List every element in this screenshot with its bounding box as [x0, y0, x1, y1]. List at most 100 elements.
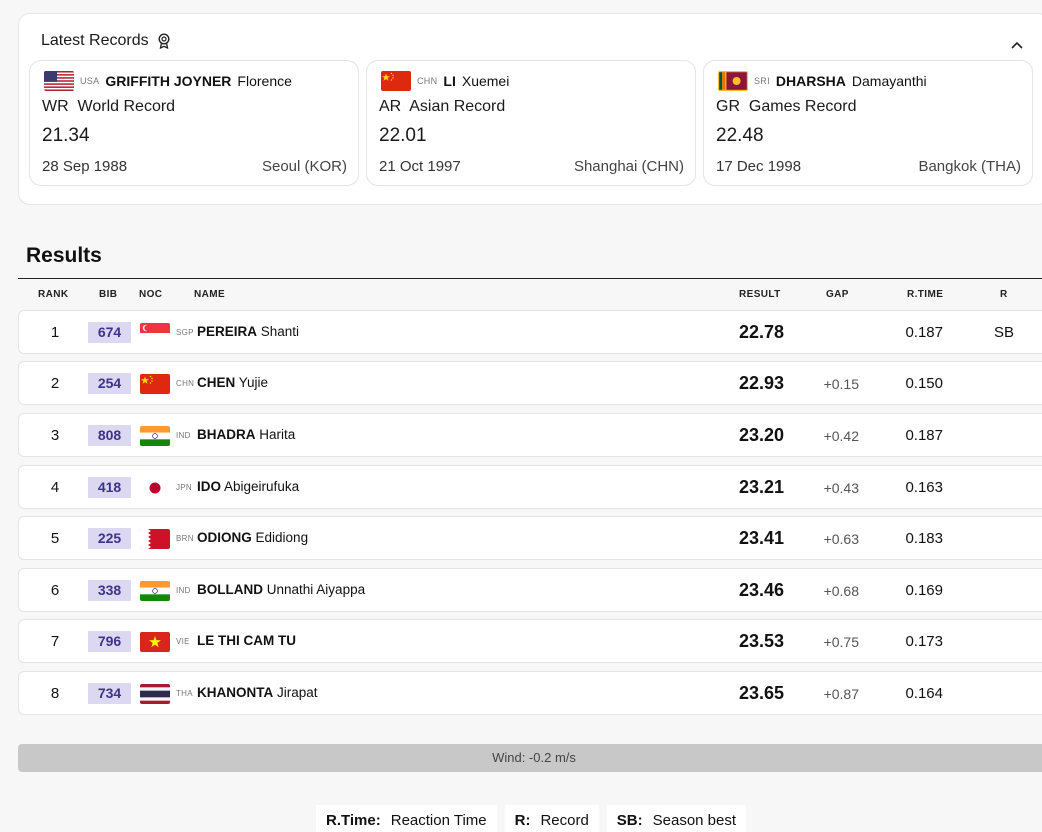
record-first-name: Damayanthi: [851, 73, 927, 89]
record-place: Seoul (KOR): [261, 158, 347, 175]
col-rtime-header: R.TIME: [907, 289, 944, 300]
table-row[interactable]: 4 418 JPN IDO Abigeirufuka 23.21 +0.43 0…: [18, 465, 1042, 509]
athlete-last-name: LE THI CAM TU: [197, 633, 296, 648]
table-row[interactable]: 8 734 THA KHANONTA Jirapat 23.65 +0.87 0…: [18, 671, 1042, 715]
noc-code: SGP: [176, 328, 194, 337]
record-time: 22.48: [716, 125, 764, 146]
record-athlete: CHN LI Xuemei: [381, 71, 509, 91]
bib-badge: 418: [88, 477, 131, 498]
athlete-first-name: Edidiong: [255, 530, 309, 545]
record-athlete: SRI DHARSHA Damayanthi: [718, 71, 927, 91]
col-name-header: NAME: [194, 289, 226, 300]
col-result-header: RESULT: [739, 289, 781, 300]
athlete-name: LE THI CAM TU: [197, 633, 296, 648]
noc-code: VIE: [176, 637, 190, 646]
results-legend: R.Time: Reaction Time R: Record SB: Seas…: [316, 805, 747, 832]
table-row[interactable]: 6 338 IND BOLLAND Unnathi Aiyappa 23.46 …: [18, 568, 1042, 612]
record-noc: USA: [80, 76, 100, 86]
record-time: 22.01: [379, 125, 427, 146]
jpn-flag-icon: [140, 478, 170, 498]
record-mark-cell: SB: [993, 324, 1014, 341]
gap-cell: +0.15: [823, 376, 859, 392]
latest-records-title: Latest Records: [41, 32, 149, 49]
legend-desc: Record: [540, 811, 589, 829]
ind-flag-icon: [140, 581, 170, 601]
record-noc: SRI: [754, 76, 770, 86]
chn-flag-icon: [140, 374, 170, 394]
noc-code: JPN: [176, 483, 193, 492]
noc-code: BRN: [176, 534, 194, 543]
reaction-time-cell: 0.150: [905, 375, 943, 392]
legend-key: R.Time:: [326, 811, 381, 829]
athlete-last-name: PEREIRA: [197, 324, 258, 339]
gap-cell: +0.63: [823, 531, 859, 547]
athlete-name: IDO Abigeirufuka: [197, 479, 299, 494]
table-row[interactable]: 1 674 SGP PEREIRA Shanti 22.78 0.187 SB: [18, 310, 1042, 354]
bib-badge: 254: [88, 373, 131, 394]
bib-badge: 338: [88, 580, 131, 601]
col-rank-header: RANK: [38, 289, 69, 300]
noc-code: THA: [176, 689, 193, 698]
reaction-time-cell: 0.164: [905, 685, 943, 702]
table-row[interactable]: 3 808 IND BHADRA Harita 23.20 +0.42 0.18…: [18, 413, 1042, 457]
athlete-first-name: Shanti: [260, 324, 300, 339]
table-row[interactable]: 2 254 CHN CHEN Yujie 22.93 +0.15 0.150: [18, 361, 1042, 405]
gap-cell: +0.68: [823, 583, 859, 599]
legend-desc: Season best: [652, 811, 737, 829]
noc-code: IND: [176, 586, 191, 595]
legend-item-sb: SB: Season best: [606, 805, 747, 832]
sgp-flag-icon: [140, 323, 170, 343]
athlete-first-name: Jirapat: [277, 685, 318, 700]
col-r-header: R: [1000, 289, 1008, 300]
legend-key: R:: [514, 811, 531, 829]
col-gap-header: GAP: [826, 289, 849, 300]
vie-flag-icon: [140, 632, 170, 652]
chn-flag-icon: [381, 71, 411, 91]
latest-records-header: Latest Records: [41, 32, 171, 50]
athlete-name: CHEN Yujie: [197, 375, 268, 390]
record-last-name: GRIFFITH JOYNER: [105, 73, 232, 89]
brn-flag-icon: [140, 529, 170, 549]
ind-flag-icon: [140, 426, 170, 446]
record-date: 21 Oct 1997: [379, 158, 461, 175]
rank-cell: 6: [50, 582, 60, 599]
athlete-last-name: CHEN: [197, 375, 236, 390]
athlete-last-name: BHADRA: [197, 427, 256, 442]
record-type: AR Asian Record: [379, 98, 506, 115]
gap-cell: +0.43: [823, 480, 859, 496]
record-time: 21.34: [42, 125, 90, 146]
athlete-first-name: Abigeirufuka: [224, 479, 300, 494]
athlete-first-name: Unnathi Aiyappa: [266, 582, 366, 597]
athlete-name: KHANONTA Jirapat: [197, 685, 318, 700]
bib-badge: 808: [88, 425, 131, 446]
bib-badge: 734: [88, 683, 131, 704]
table-row[interactable]: 5 225 BRN ODIONG Edidiong 23.41 +0.63 0.…: [18, 516, 1042, 560]
record-card-games: SRI DHARSHA Damayanthi GR Games Record 2…: [703, 60, 1033, 186]
rank-cell: 2: [50, 375, 60, 392]
record-type: WR World Record: [42, 98, 176, 115]
noc-code: CHN: [176, 379, 195, 388]
reaction-time-cell: 0.187: [905, 324, 943, 341]
athlete-name: BHADRA Harita: [197, 427, 295, 442]
athlete-name: BOLLAND Unnathi Aiyappa: [197, 582, 365, 597]
chevron-up-icon[interactable]: [1011, 36, 1023, 49]
record-last-name: DHARSHA: [775, 73, 846, 89]
results-title: Results: [26, 244, 102, 267]
latest-records-panel: Latest Records USA GRIFFITH JOYNER Flore…: [18, 13, 1042, 205]
result-cell: 23.41: [738, 528, 784, 548]
athlete-first-name: Harita: [259, 427, 296, 442]
bib-badge: 674: [88, 322, 131, 343]
record-date: 17 Dec 1998: [716, 158, 802, 175]
bib-badge: 796: [88, 631, 131, 652]
reaction-time-cell: 0.173: [905, 633, 943, 650]
rank-cell: 5: [50, 530, 60, 547]
record-type: GR Games Record: [716, 98, 857, 115]
record-first-name: Xuemei: [461, 73, 510, 89]
athlete-last-name: IDO: [197, 479, 222, 494]
tha-flag-icon: [140, 684, 170, 704]
legend-key: SB:: [616, 811, 643, 829]
athlete-first-name: Yujie: [238, 375, 269, 390]
record-card-asian: CHN LI Xuemei AR Asian Record 22.01 21 O…: [366, 60, 696, 186]
table-row[interactable]: 7 796 VIE LE THI CAM TU 23.53 +0.75 0.17…: [18, 619, 1042, 663]
bib-badge: 225: [88, 528, 131, 549]
